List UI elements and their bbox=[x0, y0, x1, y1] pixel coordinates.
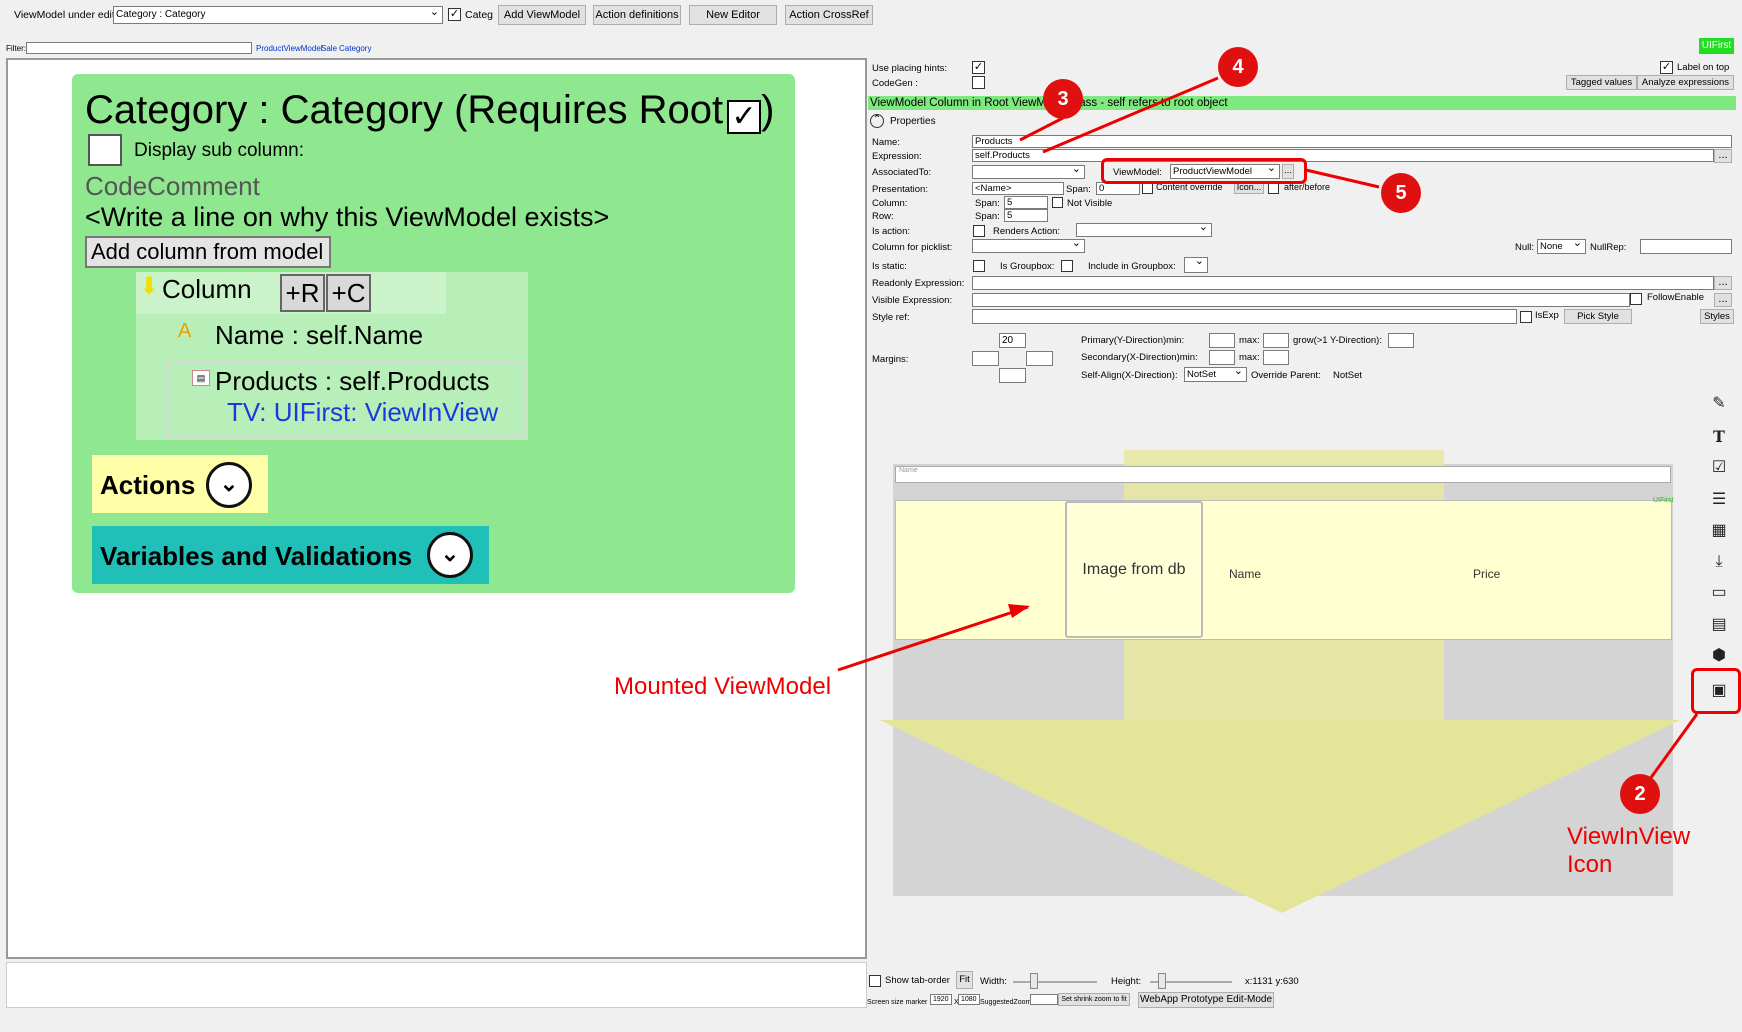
callout-4: 4 bbox=[1218, 47, 1258, 87]
callout-2: 2 bbox=[1620, 774, 1660, 814]
callout-5: 5 bbox=[1381, 173, 1421, 213]
annotation-arrows bbox=[837, 76, 1699, 791]
viewinview-highlight bbox=[1691, 668, 1741, 714]
viewinview-annotation: ViewInView bbox=[1567, 823, 1691, 850]
viewinview-annotation-icon: Icon bbox=[1567, 851, 1613, 878]
viewmodel-highlight bbox=[1101, 158, 1307, 184]
callout-3: 3 bbox=[1043, 79, 1083, 119]
mounted-viewmodel-annotation: Mounted ViewModel bbox=[614, 673, 832, 700]
